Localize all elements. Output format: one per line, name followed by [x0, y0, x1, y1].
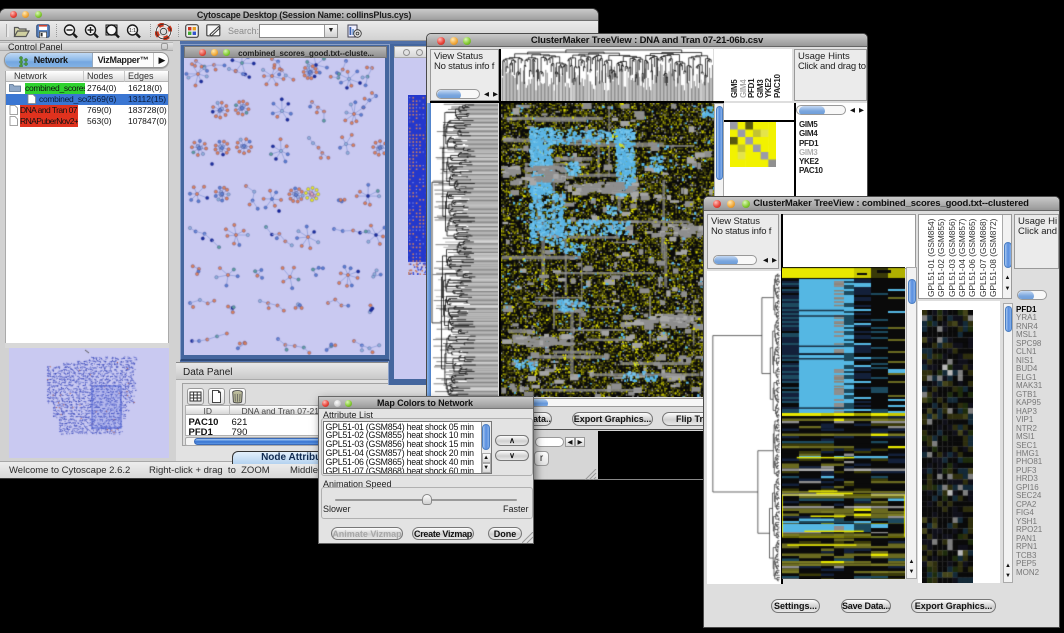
- svg-text:1:1: 1:1: [129, 28, 136, 34]
